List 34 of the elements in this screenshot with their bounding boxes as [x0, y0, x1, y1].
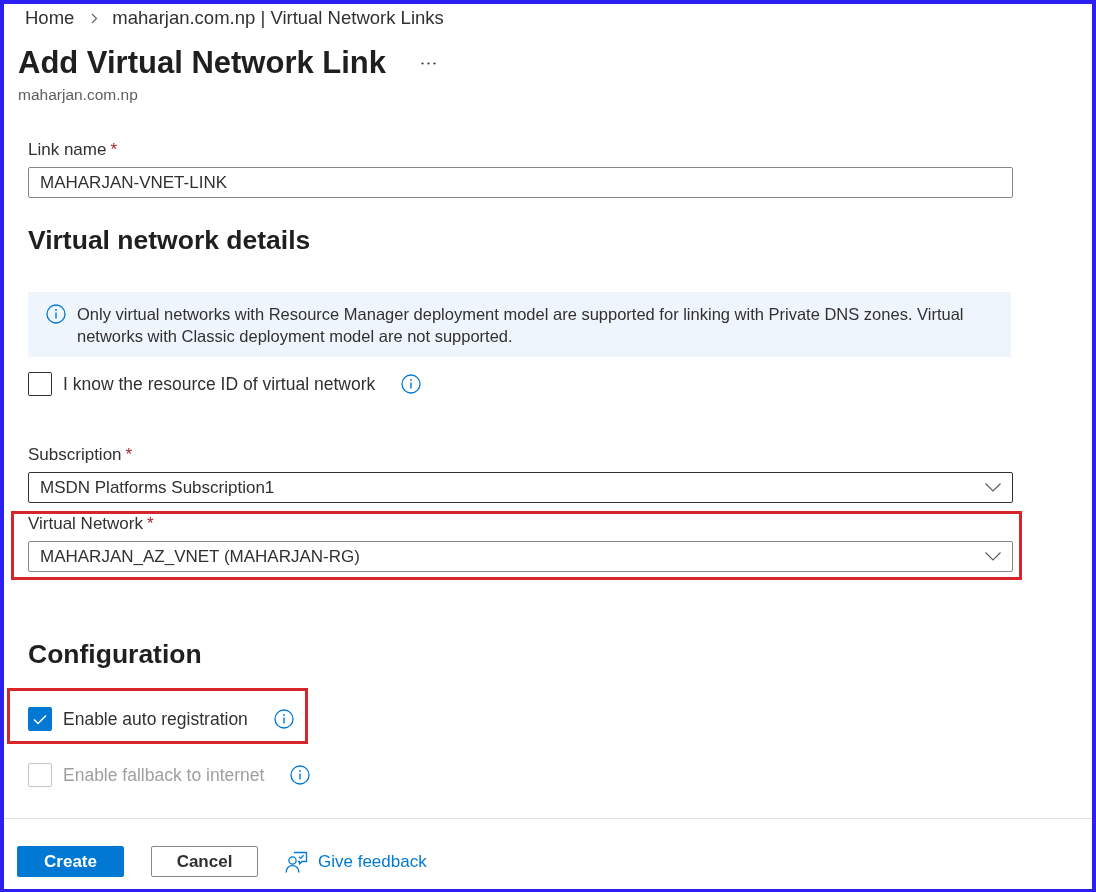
checkbox-label: Enable fallback to internet: [63, 765, 265, 785]
section-heading: Virtual network details: [28, 225, 311, 255]
cancel-button[interactable]: Cancel: [151, 846, 258, 877]
create-button[interactable]: Create: [17, 846, 124, 877]
field-label: Link name: [28, 140, 107, 160]
checkbox[interactable]: [28, 707, 52, 731]
chevron-down-icon: [985, 552, 1001, 561]
feedback-link[interactable]: Give feedback: [285, 846, 427, 877]
more-icon[interactable]: [421, 61, 437, 65]
info-icon: [46, 304, 66, 324]
dropdown-field[interactable]: MSDN Platforms Subscription1: [28, 472, 1013, 503]
page-subtitle: maharjan.com.np: [18, 86, 138, 104]
feedback-icon: [285, 850, 308, 873]
dropdown-field[interactable]: MAHARJAN_AZ_VNET (MAHARJAN-RG): [28, 541, 1013, 572]
checkbox-label: I know the resource ID of virtual network: [63, 374, 376, 394]
checkbox-label: Enable auto registration: [63, 709, 248, 729]
breadcrumb-link[interactable]: Home: [25, 7, 75, 29]
page-title: Add Virtual Network Link: [18, 45, 387, 81]
check-icon: [33, 713, 47, 725]
breadcrumb-current: maharjan.com.np | Virtual Network Links: [112, 7, 444, 29]
info-icon: [290, 765, 311, 785]
field-label: Virtual Network: [28, 514, 143, 534]
text-field[interactable]: MAHARJAN-VNET-LINK: [28, 167, 1013, 198]
checkbox[interactable]: [28, 372, 52, 396]
required-mark: *: [110, 140, 118, 160]
info-icon: [401, 374, 422, 394]
info-icon: [273, 709, 294, 729]
field-label: Subscription: [28, 445, 122, 465]
required-mark: *: [125, 445, 133, 465]
chevron-down-icon: [985, 483, 1001, 492]
chevron-right-icon: [91, 12, 99, 24]
info-message: Only virtual networks with Resource Manager deployment model are supported for linking with Private DNS zones. Virtual networks with Classic deployment model are not supported.: [77, 304, 965, 347]
section-heading: Configuration: [28, 639, 202, 669]
required-mark: *: [146, 514, 154, 534]
